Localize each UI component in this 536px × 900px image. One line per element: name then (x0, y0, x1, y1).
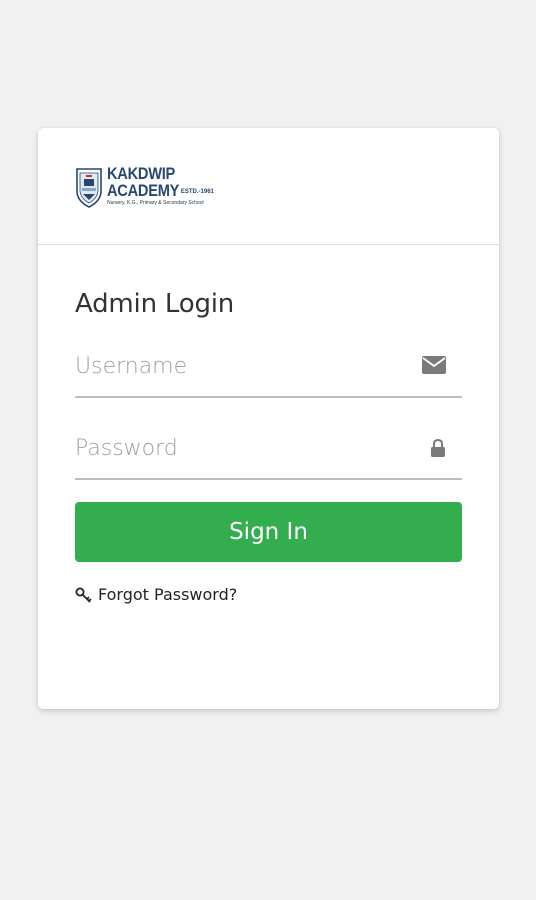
page-title: Admin Login (75, 289, 235, 319)
forgot-password-link[interactable]: Forgot Password? (75, 585, 462, 604)
card-header: KAKDWIP ACADEMY ESTD.-1961 Nursery, K.G.… (38, 128, 499, 245)
login-form: Admin Login Sign In (38, 289, 499, 604)
key-icon (75, 587, 93, 603)
logo-name-line2: ACADEMY (107, 181, 180, 200)
logo-name-line1: KAKDWIP (107, 164, 176, 183)
username-field (75, 342, 462, 398)
school-logo: KAKDWIP ACADEMY ESTD.-1961 Nursery, K.G.… (75, 165, 214, 209)
password-input[interactable] (75, 424, 405, 472)
login-card: KAKDWIP ACADEMY ESTD.-1961 Nursery, K.G.… (38, 128, 499, 709)
logo-tagline: Nursery, K.G., Primary & Secondary Schoo… (107, 200, 204, 206)
sign-in-button[interactable]: Sign In (75, 502, 462, 562)
password-field (75, 424, 462, 480)
logo-established: ESTD.-1961 (180, 189, 214, 195)
crest-icon (76, 168, 102, 208)
forgot-password-label: Forgot Password? (98, 585, 238, 604)
envelope-icon (422, 356, 446, 379)
lock-icon (430, 438, 446, 463)
username-input[interactable] (75, 342, 405, 390)
